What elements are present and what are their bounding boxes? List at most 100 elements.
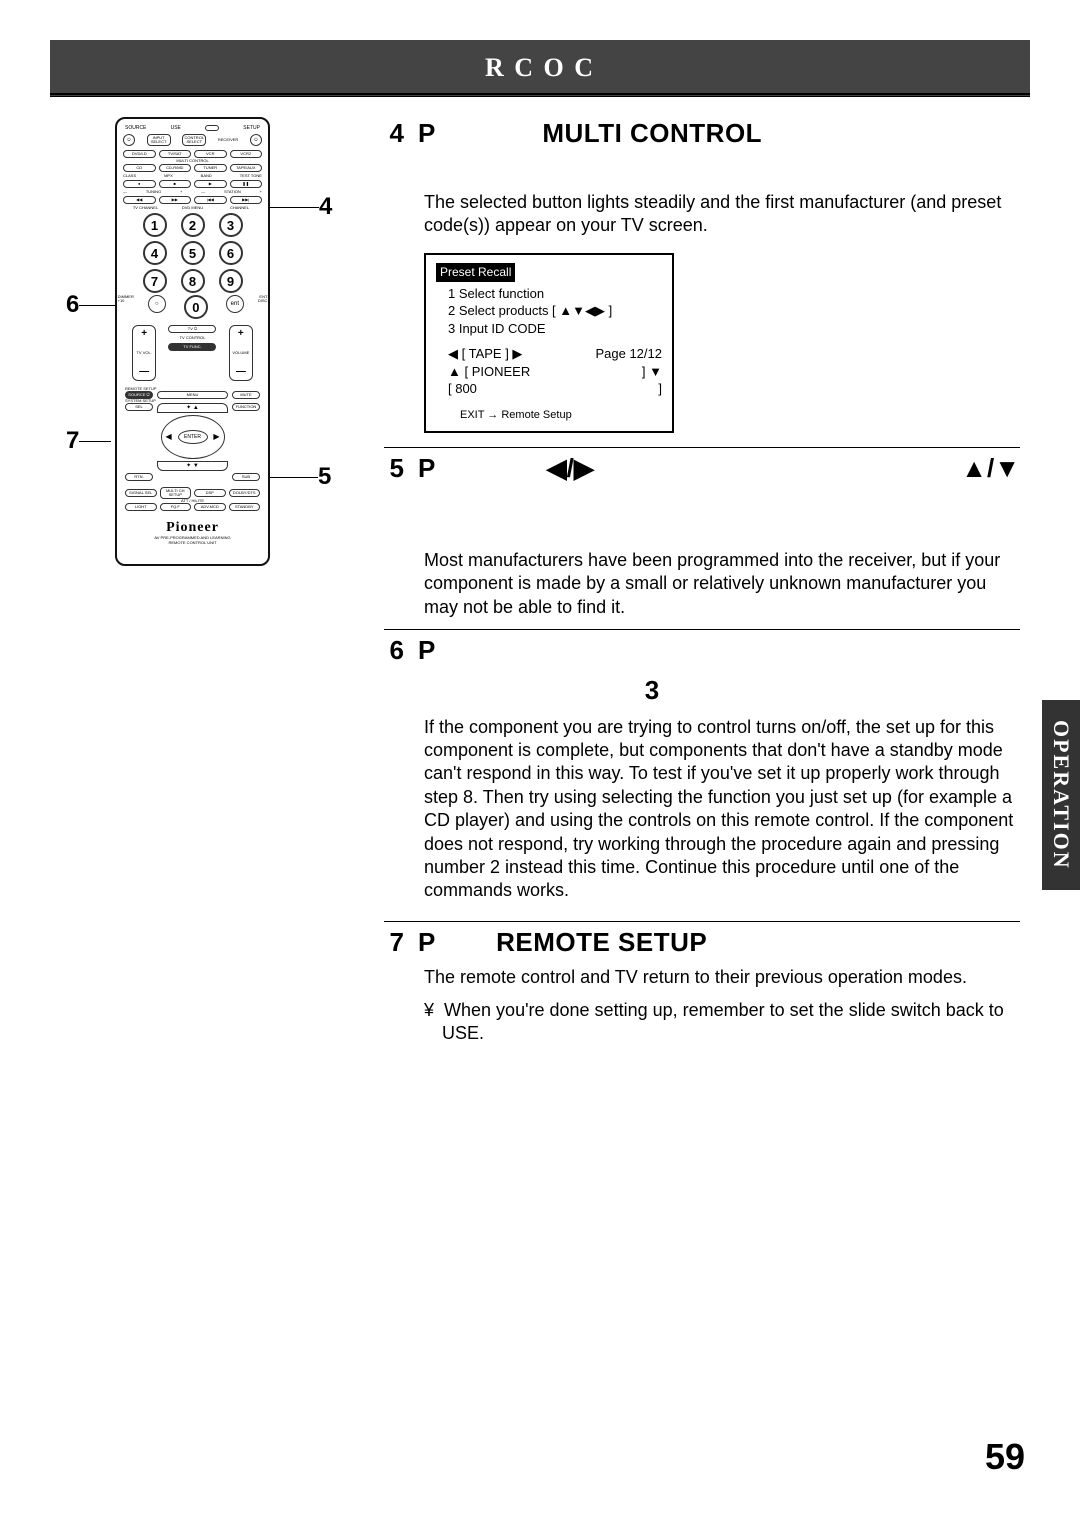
light-button: LIGHT: [125, 503, 157, 511]
label-station: STATION: [224, 190, 241, 194]
tv-power-button: TV ⏻: [168, 325, 216, 333]
src-dvd-ld: DVD/LD: [123, 150, 156, 158]
src-tape-aux: TAPE/AUX: [230, 164, 263, 172]
input-select-button: INPUTSELECT: [147, 134, 171, 146]
label-testtone: TEST TONE: [240, 174, 262, 178]
standby-button: STANDBY: [229, 503, 261, 511]
fqf-button: FQ.F: [160, 503, 192, 511]
numpad-4: 4: [143, 241, 167, 265]
numpad-9: 9: [219, 269, 243, 293]
label-remote-setup: REMOTE SETUP: [121, 381, 264, 391]
label-setup: SETUP: [243, 126, 260, 131]
receiver-power-button: ⏻: [250, 134, 262, 146]
numpad-0: 0: [184, 295, 208, 319]
osd-preset-recall: Preset Recall 1 Select function 2 Select…: [424, 253, 674, 432]
src-vcr2: VCR2: [230, 150, 263, 158]
numpad-7: 7: [143, 269, 167, 293]
header-rule-thick: [50, 93, 1030, 95]
mute-button: MUTE: [232, 391, 260, 399]
numpad-ent-button: ent: [226, 295, 244, 313]
label-tuning: TUNING: [146, 190, 161, 194]
volume-rocker: + VOLUME —: [229, 325, 253, 381]
transport-rec: ●: [123, 180, 156, 188]
osd-line-2: 2 Select products [ ▲▼◀▶ ]: [436, 302, 662, 320]
osd-pioneer-line: ▲ [ PIONEER ] ▼: [436, 363, 662, 381]
transport-stop: ■: [159, 180, 192, 188]
step-4-heading: 4 Press the MULTI CONTROL button of the …: [384, 117, 1020, 185]
numpad-6: 6: [219, 241, 243, 265]
osd-title: Preset Recall: [436, 263, 515, 281]
numpad-1: 1: [143, 213, 167, 237]
label-tvch: TV CHANNEL: [123, 206, 168, 210]
brand-logo: Pioneer: [121, 521, 264, 535]
enter-button: ENTER: [178, 430, 208, 444]
step-7-bullet: ¥ When you're done setting up, remember …: [424, 999, 1020, 1046]
slide-switch: [205, 125, 219, 131]
signal-sel-button: SIGNAL SEL: [125, 489, 157, 497]
divider: [384, 629, 1020, 630]
numpad-2: 2: [181, 213, 205, 237]
callout-7: 7: [66, 427, 111, 455]
osd-exit-line: EXIT → Remote Setup: [436, 398, 662, 423]
advmcd-button: ADV.MCD: [194, 503, 226, 511]
step-4-body: The selected button lights steadily and …: [424, 191, 1020, 238]
function-button: FUNCTION: [232, 403, 260, 411]
page-number: 59: [985, 1436, 1025, 1478]
control-select-button: CONTROLSELECT: [182, 134, 206, 146]
dolby-dts-button: DOLBY/DTS: [229, 489, 261, 497]
sub-button: SUB: [232, 473, 260, 481]
sel-button: SEL: [125, 403, 153, 411]
dsp-button: DSP: [194, 489, 226, 497]
step-7-heading: 7 Press REMOTE SETUP when you're done.: [384, 926, 1020, 960]
numpad-3: 3: [219, 213, 243, 237]
transport-next: ▶▶|: [230, 196, 263, 204]
label-use: USE: [171, 126, 181, 131]
tv-volume-rocker: + TV VOL. —: [132, 325, 156, 381]
src-cdr-md: CD-R/MD: [159, 164, 192, 172]
label-disc: DISC: [258, 298, 268, 303]
step-5-heading: 5 Press ◀/▶ ▲/▼: [384, 452, 1020, 486]
transport-play: ▶: [194, 180, 227, 188]
transport-ff: ▶▶: [159, 196, 192, 204]
label-tv-control: TV CONTROL: [168, 336, 216, 340]
src-vcr: VCR: [194, 150, 227, 158]
side-tab-operation: OPERATION: [1042, 700, 1080, 890]
osd-line-3: 3 Input ID CODE: [436, 320, 662, 338]
numpad-8: 8: [181, 269, 205, 293]
label-channel: CHANNEL: [217, 206, 262, 210]
nav-pad: ◀ ENTER ▶: [161, 415, 225, 459]
rtn-button: RTN.: [125, 473, 153, 481]
callout-5: 5: [264, 463, 331, 491]
menu-button: MENU: [157, 391, 228, 399]
numpad-plus10-button: ○: [148, 295, 166, 313]
source-power-button: ⏻: [123, 134, 135, 146]
transport-prev: |◀◀: [194, 196, 227, 204]
step-6-sub-bold: 3: [424, 674, 1020, 708]
header-title: R C O C: [50, 40, 1030, 96]
step-6-heading: 6 P: [384, 634, 1020, 668]
label-source: SOURCE: [125, 126, 146, 131]
transport-rew: ◀◀: [123, 196, 156, 204]
src-tv-sat: TV/SAT: [159, 150, 192, 158]
step-6-body: If the component you are trying to contr…: [424, 716, 1020, 903]
label-plus10: +10: [118, 298, 125, 303]
instruction-text: 4 Press the MULTI CONTROL button of the …: [350, 117, 1030, 1046]
step-5-body: Most manufacturers have been programmed …: [424, 549, 1020, 619]
src-cd: CD: [123, 164, 156, 172]
divider: [384, 447, 1020, 448]
osd-line-1: 1 Select function: [436, 285, 662, 303]
osd-code-line: [ 800 ]: [436, 380, 662, 398]
step-7-body: The remote control and TV return to thei…: [424, 966, 1020, 989]
transport-pause: ❚❚: [230, 180, 263, 188]
label-mpx: MPX: [164, 174, 173, 178]
remote-body: SOURCE USE SETUP ⏻ INPUTSELECT CONTROLSE…: [115, 117, 270, 566]
brand-subtitle-2: REMOTE CONTROL UNIT: [121, 541, 264, 545]
label-band: BAND: [201, 174, 212, 178]
src-tuner: TUNER: [194, 164, 227, 172]
tv-func-button: TV FUNC.: [168, 343, 216, 351]
label-class: CLASS: [123, 174, 136, 178]
divider: [384, 921, 1020, 922]
callout-4: 4: [265, 193, 332, 221]
header-rule-thin: [50, 96, 1030, 97]
label-receiver: RECEIVER: [218, 138, 238, 142]
